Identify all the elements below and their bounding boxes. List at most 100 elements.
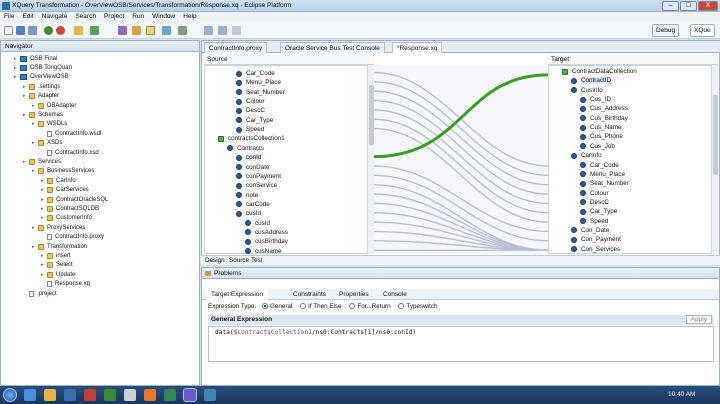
media-icon[interactable] — [64, 389, 76, 401]
expand-toggle-icon[interactable]: ▸ — [32, 103, 37, 109]
source-node[interactable]: conDate — [236, 163, 269, 172]
navigator-item[interactable]: ▸ ContractSQLDB — [41, 204, 99, 213]
navigator-item[interactable]: ▸ CarInfo — [41, 176, 76, 185]
minimize-button[interactable]: – — [662, 1, 679, 11]
search-icon[interactable] — [118, 26, 127, 35]
menu-help[interactable]: Help — [179, 12, 200, 22]
navigator-tab[interactable]: Navigator — [1, 41, 199, 52]
debug-perspective-button[interactable]: Debug — [652, 24, 680, 37]
target-node[interactable]: Cus_ID — [580, 95, 611, 104]
navigator-item[interactable]: ▸ Select — [41, 261, 73, 270]
app-icon[interactable] — [144, 389, 156, 401]
source-node[interactable]: note — [236, 191, 258, 200]
expand-toggle-icon[interactable]: ▸ — [32, 244, 37, 250]
target-scrollbar[interactable] — [711, 65, 718, 254]
app-icon[interactable] — [84, 389, 96, 401]
navigator-item[interactable]: ▸ WSDLs — [32, 120, 67, 129]
source-node[interactable]: conId — [236, 153, 262, 162]
navigator-item[interactable]: ▸ ProxyServices — [32, 223, 85, 232]
navigator-item[interactable]: .project — [23, 289, 57, 298]
navigator-item[interactable]: ContractInfo.wsdl — [41, 129, 101, 138]
mapping-canvas[interactable] — [374, 65, 548, 254]
navigator-item[interactable]: ▸ Transformation — [32, 242, 87, 251]
radio-ifthenelse[interactable] — [300, 303, 307, 310]
navigator-item[interactable]: ContractInfo.proxy — [41, 233, 104, 242]
expand-toggle-icon[interactable]: ▸ — [32, 121, 37, 127]
test-tab[interactable]: Test — [251, 257, 263, 264]
target-node[interactable]: ContractID — [571, 76, 612, 85]
source-node[interactable]: Colour — [236, 97, 265, 106]
expand-toggle-icon[interactable]: ▸ — [41, 272, 46, 278]
source-node[interactable]: cusId — [236, 209, 261, 218]
type-ifthenelse[interactable]: If Then Else — [300, 303, 342, 310]
expand-toggle-icon[interactable]: ▸ — [23, 112, 28, 118]
explorer-icon[interactable] — [44, 389, 56, 401]
open-type-icon[interactable] — [74, 26, 83, 35]
source-tab[interactable]: Source — [229, 257, 249, 264]
source-scrollbar[interactable] — [367, 65, 374, 254]
expression-editor[interactable]: data($contractsCollection1/ns0:Contracts… — [208, 326, 714, 362]
xquery-perspective-button[interactable]: XQue — [690, 24, 715, 37]
expand-toggle-icon[interactable]: ▸ — [23, 93, 28, 99]
radio-general[interactable] — [261, 303, 268, 310]
target-node[interactable]: Con_Date — [571, 226, 609, 235]
target-node[interactable]: Con_Services — [571, 245, 620, 254]
annotate-icon[interactable] — [162, 26, 171, 35]
expand-toggle-icon[interactable]: ▸ — [14, 56, 19, 62]
target-node[interactable]: Cus_Birthday — [580, 114, 628, 123]
run-icon[interactable] — [44, 26, 53, 35]
target-node[interactable]: Cus_Phone — [580, 132, 623, 141]
build-icon[interactable] — [90, 26, 99, 35]
navigator-item[interactable]: ▸ OSB TongQuan — [14, 63, 72, 72]
debug-icon[interactable] — [56, 26, 65, 35]
source-node[interactable]: cusId — [245, 219, 270, 228]
target-node[interactable]: Cus_Job — [580, 142, 615, 151]
navigator-item[interactable]: ▸ Adapter — [23, 92, 59, 101]
type-typeswitch[interactable]: Typeswitch — [398, 303, 438, 310]
target-node[interactable]: Cus_Name — [580, 123, 622, 132]
target-node[interactable]: Speed — [580, 217, 608, 226]
maximize-button[interactable]: □ — [680, 1, 697, 11]
navigator-item[interactable]: ▸ OSB Final — [14, 54, 57, 63]
menu-search[interactable]: Search — [71, 12, 100, 22]
tab-constraints[interactable]: Constraints — [288, 289, 331, 300]
ie-icon[interactable] — [24, 389, 36, 401]
app-icon[interactable] — [164, 389, 176, 401]
expand-toggle-icon[interactable]: ▸ — [32, 225, 37, 231]
menu-navigate[interactable]: Navigate — [38, 12, 72, 22]
tab-contractinfo-proxy[interactable]: ContractInfo.proxy — [204, 42, 268, 53]
navigator-item[interactable]: ▸ XSDs — [32, 139, 62, 148]
source-node[interactable]: Seat_Number — [236, 88, 285, 97]
navigator-item[interactable]: ▸ Schemas — [23, 110, 63, 119]
expand-toggle-icon[interactable]: ▸ — [32, 168, 37, 174]
apply-button[interactable]: Apply — [685, 315, 712, 324]
target-node[interactable]: Car_Type — [580, 207, 617, 216]
eclipse-taskbar-icon[interactable] — [183, 388, 197, 402]
tab-test-console[interactable]: Oracle Service Bus Test Console — [280, 42, 385, 53]
expand-toggle-icon[interactable]: ▸ — [23, 84, 28, 90]
expand-toggle-icon[interactable]: ▸ — [32, 140, 37, 146]
source-node[interactable]: Contracts — [227, 144, 264, 153]
target-node[interactable]: Menu_Place — [580, 170, 625, 179]
navigator-item[interactable]: ▸ DBAdapter — [32, 101, 76, 110]
new-icon[interactable] — [4, 26, 13, 35]
expand-toggle-icon[interactable]: ▸ — [41, 206, 46, 212]
tab-properties[interactable]: Properties — [334, 289, 374, 300]
app-icon[interactable] — [104, 389, 116, 401]
back-icon[interactable] — [204, 26, 213, 35]
navigator-item[interactable]: ContractInfo.xsd — [41, 148, 99, 157]
target-node[interactable]: CarInfo — [571, 151, 602, 160]
target-node[interactable]: Car_Code — [580, 161, 619, 170]
navigator-item[interactable]: ▸ Services — [23, 157, 61, 166]
expand-toggle-icon[interactable]: ▸ — [41, 187, 46, 193]
save-icon[interactable] — [16, 26, 25, 35]
source-node[interactable]: cusBirthday — [245, 237, 288, 246]
print-icon[interactable] — [28, 26, 37, 35]
menu-file[interactable]: File — [0, 12, 18, 22]
navigator-item[interactable]: ▸ BusinessServices — [32, 167, 94, 176]
target-node[interactable]: Cus_Address — [580, 104, 628, 113]
target-scroll-thumb[interactable] — [713, 95, 718, 175]
design-tab[interactable]: Design — [205, 257, 225, 264]
navigator-item[interactable]: ▸ OverViewOSB — [14, 73, 69, 82]
tab-target-expression[interactable]: Target Expression — [206, 289, 269, 300]
